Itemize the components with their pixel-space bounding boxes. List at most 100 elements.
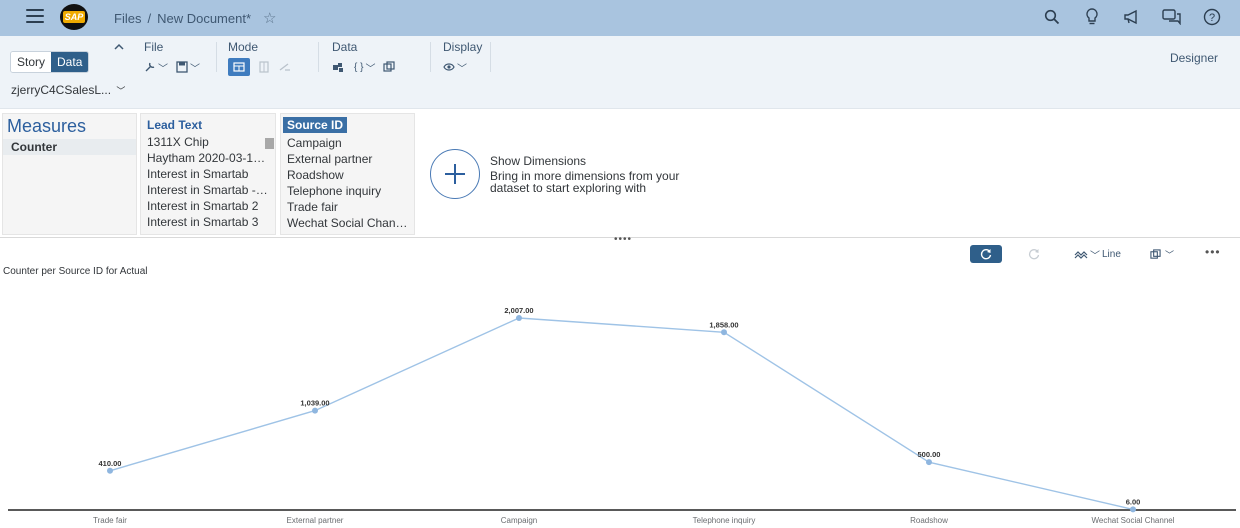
svg-text:?: ? bbox=[1209, 12, 1215, 24]
list-item[interactable]: Roadshow bbox=[281, 167, 414, 183]
edit-menu-button[interactable]: ﹀ bbox=[144, 58, 168, 76]
lead-text-header[interactable]: Lead Text bbox=[141, 114, 275, 134]
file-group: File ﹀ ﹀ bbox=[144, 40, 200, 76]
breadcrumb-files[interactable]: Files bbox=[114, 11, 141, 26]
refresh-button[interactable] bbox=[970, 245, 1002, 263]
chart-type-label: Line bbox=[1102, 248, 1121, 260]
data-point[interactable] bbox=[1130, 506, 1136, 513]
measures-panel: Measures Counter bbox=[2, 113, 137, 235]
grid-icon bbox=[259, 61, 269, 73]
show-dimensions-text: Bring in more dimensions from your datas… bbox=[490, 169, 680, 195]
list-item[interactable]: Trade fair bbox=[281, 199, 414, 215]
data-label: 1,858.00 bbox=[709, 320, 738, 329]
designer-button[interactable]: Designer bbox=[1170, 51, 1218, 65]
shell-actions: ? bbox=[1042, 7, 1222, 27]
save-icon bbox=[176, 61, 188, 73]
display-menu-button[interactable]: ﹀ bbox=[443, 58, 467, 76]
wrench-icon bbox=[145, 62, 155, 72]
data-view-mode-button[interactable] bbox=[228, 58, 250, 76]
list-item[interactable]: Interest in Smartab 2 bbox=[141, 198, 275, 214]
data-label: 1,039.00 bbox=[300, 399, 329, 408]
source-id-panel: Source ID Campaign External partner Road… bbox=[280, 113, 415, 235]
list-item[interactable]: Telephone inquiry bbox=[281, 183, 414, 199]
x-tick-label: Campaign bbox=[501, 516, 537, 525]
eye-icon bbox=[443, 63, 455, 71]
list-item[interactable]: Interest in Smartab 3 bbox=[141, 214, 275, 230]
save-menu-button[interactable]: ﹀ bbox=[176, 58, 200, 76]
collapse-toolbar-icon[interactable] bbox=[114, 40, 124, 54]
formula-menu-button[interactable]: { } ﹀ bbox=[354, 58, 375, 76]
data-label: 2,007.00 bbox=[504, 306, 533, 315]
file-group-label: File bbox=[144, 40, 164, 54]
data-label: 500.00 bbox=[918, 450, 941, 459]
story-tab[interactable]: Story bbox=[11, 52, 52, 72]
grid-mode-button[interactable] bbox=[258, 58, 270, 76]
favorite-star-icon[interactable]: ☆ bbox=[263, 9, 276, 27]
transform-mode-button[interactable] bbox=[278, 58, 292, 76]
copy-icon bbox=[1150, 248, 1161, 259]
menu-icon[interactable] bbox=[26, 9, 44, 25]
data-point[interactable] bbox=[107, 467, 113, 474]
list-item[interactable]: Haytham 2020-03-19... bbox=[141, 150, 275, 166]
table-icon bbox=[233, 62, 245, 72]
chat-icon[interactable] bbox=[1162, 7, 1182, 27]
toolbar-divider bbox=[490, 42, 491, 72]
document-title: New Document* bbox=[157, 10, 252, 26]
data-label: 6.00 bbox=[1126, 497, 1141, 506]
data-point[interactable] bbox=[516, 315, 522, 321]
chart-title: Counter per Source ID for Actual bbox=[3, 266, 148, 277]
show-dimensions-title: Show Dimensions bbox=[490, 154, 587, 168]
list-item[interactable]: Wechat Social Channel bbox=[281, 215, 414, 231]
list-item[interactable]: 1311X Chip bbox=[141, 134, 275, 150]
measure-item[interactable]: Counter bbox=[3, 139, 136, 155]
add-data-button[interactable] bbox=[332, 58, 346, 76]
transform-icon bbox=[279, 63, 290, 71]
mode-group-label: Mode bbox=[228, 40, 259, 54]
help-icon[interactable]: ? bbox=[1202, 7, 1222, 27]
data-point[interactable] bbox=[721, 329, 727, 336]
model-name-label: zjerryC4CSalesL... bbox=[11, 83, 112, 97]
list-item[interactable]: Campaign bbox=[281, 135, 414, 151]
toolbar-divider bbox=[430, 42, 431, 72]
add-dimension-button[interactable] bbox=[430, 149, 480, 199]
story-data-toggle: Story Data bbox=[10, 51, 90, 73]
data-group-label: Data bbox=[332, 40, 358, 54]
copy-data-button[interactable] bbox=[383, 58, 396, 76]
x-tick-label: External partner bbox=[287, 516, 344, 525]
x-tick-label: Telephone inquiry bbox=[693, 516, 756, 525]
list-item[interactable]: External partner bbox=[281, 151, 414, 167]
x-tick-label: Roadshow bbox=[910, 516, 948, 525]
search-icon[interactable] bbox=[1042, 7, 1062, 27]
data-point[interactable] bbox=[926, 459, 932, 466]
display-group: Display ﹀ bbox=[443, 40, 482, 76]
mode-group: Mode bbox=[228, 40, 292, 76]
source-id-header[interactable]: Source ID bbox=[283, 117, 348, 133]
chevron-down-icon: ﹀ bbox=[1165, 249, 1175, 260]
sap-logo[interactable]: SAP bbox=[60, 4, 88, 30]
list-item[interactable]: Interest in Smartab bbox=[141, 166, 275, 182]
dimension-panels: Measures Counter Lead Text 1311X Chip Ha… bbox=[0, 110, 1240, 238]
refresh-icon bbox=[980, 249, 992, 260]
chevron-down-icon: ﹀ bbox=[116, 86, 126, 96]
model-selector[interactable]: zjerryC4CSalesL... ﹀ bbox=[11, 83, 125, 97]
resize-handle[interactable]: •••• bbox=[614, 235, 632, 245]
toolbar: Story Data zjerryC4CSalesL... ﹀ File ﹀ ﹀… bbox=[0, 36, 1240, 109]
data-point[interactable] bbox=[312, 407, 318, 414]
chart-type-selector[interactable]: ﹀ Line bbox=[1074, 245, 1121, 263]
list-item[interactable]: Interest in Smartab - ... bbox=[141, 182, 275, 198]
announcement-icon[interactable] bbox=[1122, 7, 1142, 27]
scrollbar-thumb[interactable] bbox=[265, 138, 274, 149]
display-group-label: Display bbox=[443, 40, 483, 54]
show-dimensions: Show Dimensions Bring in more dimensions… bbox=[430, 149, 690, 199]
redo-icon[interactable] bbox=[1026, 245, 1042, 263]
line-chart-icon bbox=[1074, 251, 1088, 259]
data-tab[interactable]: Data bbox=[51, 52, 89, 72]
copy-menu-button[interactable]: ﹀ bbox=[1150, 245, 1174, 263]
lead-text-panel: Lead Text 1311X Chip Haytham 2020-03-19.… bbox=[140, 113, 276, 235]
lightbulb-icon[interactable] bbox=[1082, 7, 1102, 27]
line-chart: 410.00 Trade fair 1,039.00 External partner… bbox=[8, 306, 1236, 525]
breadcrumb-separator: / bbox=[147, 10, 152, 26]
more-options-icon[interactable]: ••• bbox=[1205, 245, 1221, 263]
x-tick-label: Trade fair bbox=[93, 516, 127, 525]
copy-icon bbox=[383, 61, 396, 72]
